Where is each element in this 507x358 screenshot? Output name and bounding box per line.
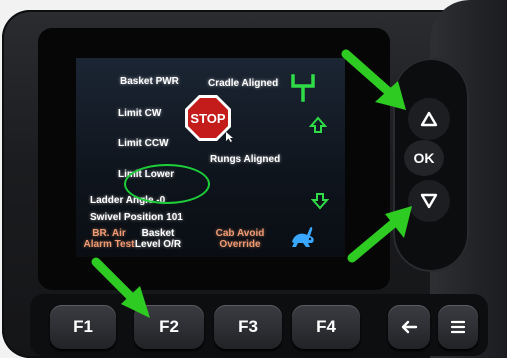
arrow-to-up-button-icon — [341, 49, 406, 110]
annotation-arrows — [91, 49, 412, 318]
control-panel: Basket PWR Cradle Aligned Limit CW STOP … — [0, 0, 507, 358]
arrow-to-f2-key-icon — [91, 257, 150, 318]
arrow-to-down-button-icon — [347, 206, 412, 263]
